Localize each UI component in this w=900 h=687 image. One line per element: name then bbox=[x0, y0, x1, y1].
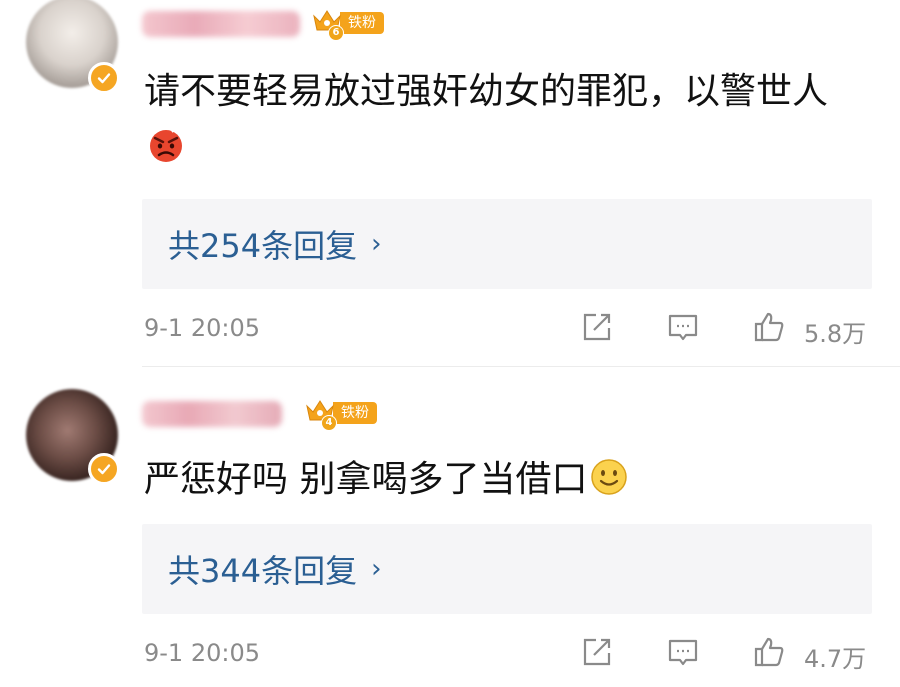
divider bbox=[142, 366, 900, 367]
verified-badge-icon bbox=[88, 62, 120, 94]
comment-icon[interactable] bbox=[666, 310, 700, 344]
username-blurred[interactable] bbox=[142, 401, 282, 427]
replies-count: 共344条回复 bbox=[168, 552, 358, 590]
comment-text-content: 严惩好吗 别拿喝多了当借口 bbox=[144, 459, 588, 500]
share-icon[interactable] bbox=[580, 635, 614, 669]
timestamp: 9-1 20:05 bbox=[144, 639, 260, 667]
share-icon[interactable] bbox=[580, 310, 614, 344]
replies-count: 共254条回复 bbox=[168, 227, 358, 265]
comment-text: 请不要轻易放过强奸幼女的罪犯，以警世人 bbox=[144, 64, 864, 174]
like-count: 5.8万 bbox=[804, 320, 867, 348]
timestamp: 9-1 20:05 bbox=[144, 314, 260, 342]
fan-label: 铁粉 bbox=[333, 402, 377, 424]
username-blurred[interactable] bbox=[142, 11, 300, 37]
chevron-right-icon: › bbox=[371, 554, 382, 584]
comment-text-content: 请不要轻易放过强奸幼女的罪犯，以警世人 bbox=[144, 71, 829, 112]
thumbs-up-icon[interactable] bbox=[752, 310, 786, 344]
fan-label: 铁粉 bbox=[340, 12, 384, 34]
comment-icon[interactable] bbox=[666, 635, 700, 669]
smiling-face-icon bbox=[591, 459, 628, 495]
fan-badge: 6 铁粉 bbox=[312, 8, 384, 41]
comment-meta: 9-1 20:05 5.8万 bbox=[144, 308, 874, 348]
comment-meta: 9-1 20:05 4.7万 bbox=[144, 633, 874, 673]
replies-link[interactable]: 共254条回复 › bbox=[142, 199, 872, 289]
crown-icon: 4 bbox=[305, 398, 337, 431]
replies-link[interactable]: 共344条回复 › bbox=[142, 524, 872, 614]
thumbs-up-icon[interactable] bbox=[752, 635, 786, 669]
fan-level: 6 bbox=[328, 25, 344, 41]
comment-text: 严惩好吗 别拿喝多了当借口 bbox=[144, 452, 864, 507]
crown-icon: 6 bbox=[312, 8, 344, 41]
fan-level: 4 bbox=[321, 415, 337, 431]
chevron-right-icon: › bbox=[371, 229, 382, 259]
angry-face-icon bbox=[150, 127, 182, 162]
verified-badge-icon bbox=[88, 453, 120, 485]
fan-badge: 4 铁粉 bbox=[305, 398, 377, 431]
like-count: 4.7万 bbox=[804, 645, 867, 673]
